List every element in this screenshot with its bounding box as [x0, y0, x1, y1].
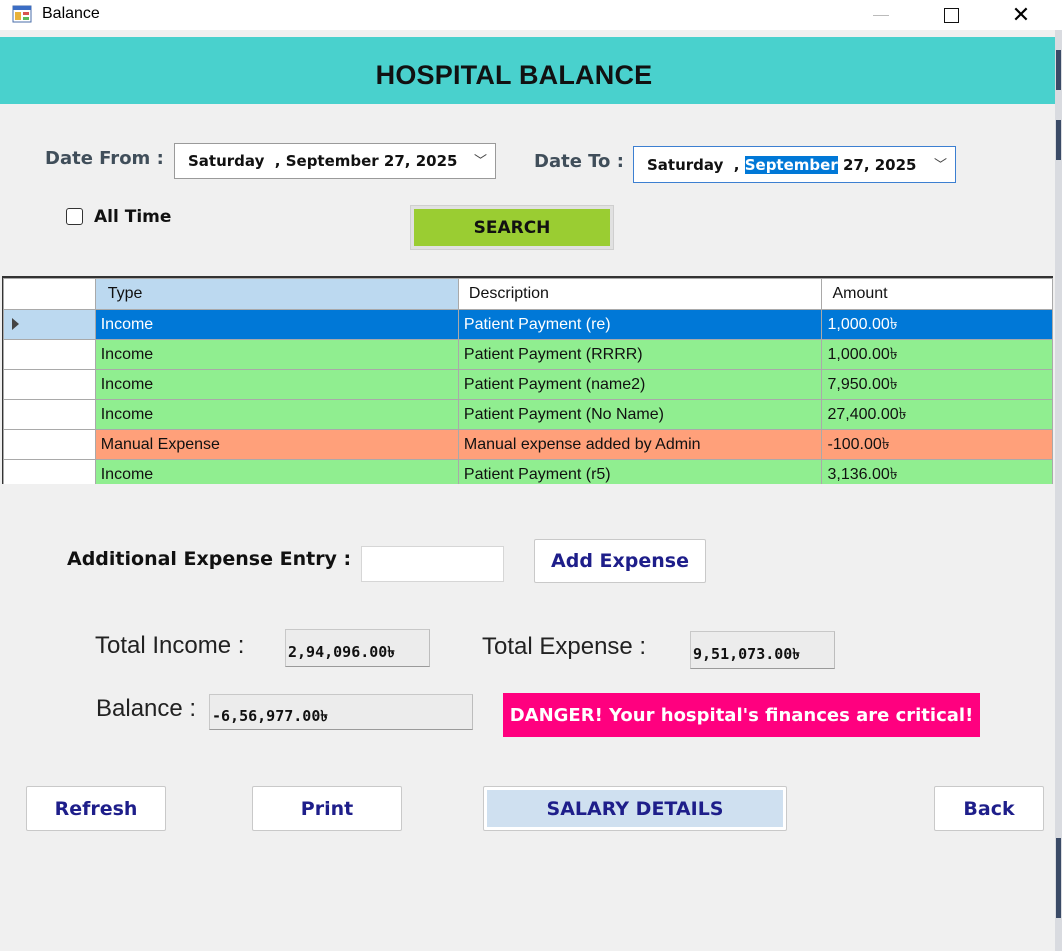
- date-to-selected-part: September: [744, 156, 838, 174]
- search-button[interactable]: SEARCH: [410, 205, 614, 250]
- row-header[interactable]: [3, 429, 96, 460]
- cell-amount[interactable]: 1,000.00৳: [821, 339, 1053, 370]
- chevron-down-icon[interactable]: ﹀: [474, 150, 487, 169]
- finance-danger-alert: DANGER! Your hospital's finances are cri…: [503, 693, 980, 737]
- column-header-description[interactable]: Description: [457, 278, 823, 310]
- date-from-value: Saturday , September 27, 2025: [188, 152, 458, 170]
- salary-details-button[interactable]: SALARY DETAILS: [483, 786, 787, 831]
- additional-expense-input[interactable]: [361, 546, 504, 582]
- balance-label: Balance :: [96, 695, 197, 722]
- cell-description[interactable]: Patient Payment (r5): [457, 459, 823, 484]
- additional-expense-label: Additional Expense Entry :: [67, 548, 352, 570]
- cell-description[interactable]: Patient Payment (re): [457, 309, 823, 340]
- cell-amount[interactable]: 1,000.00৳: [821, 309, 1053, 340]
- table-row[interactable]: Income Patient Payment (No Name) 27,400.…: [3, 399, 1053, 430]
- refresh-button[interactable]: Refresh: [26, 786, 166, 831]
- cell-amount[interactable]: 7,950.00৳: [821, 369, 1053, 400]
- salary-details-label: SALARY DETAILS: [487, 790, 783, 827]
- chevron-down-icon[interactable]: ﹀: [934, 154, 947, 173]
- row-header[interactable]: [3, 399, 96, 430]
- column-header-type[interactable]: Type: [94, 278, 459, 310]
- cell-type[interactable]: Income: [94, 399, 459, 430]
- current-row-arrow-icon: [12, 318, 19, 331]
- total-expense-label: Total Expense :: [482, 633, 647, 660]
- page-title: HOSPITAL BALANCE: [375, 60, 653, 90]
- row-header[interactable]: [3, 309, 96, 340]
- cell-amount[interactable]: 27,400.00৳: [821, 399, 1053, 430]
- print-button[interactable]: Print: [252, 786, 402, 831]
- table-row[interactable]: Manual Expense Manual expense added by A…: [3, 429, 1053, 460]
- cell-type[interactable]: Income: [94, 309, 459, 340]
- cell-description[interactable]: Patient Payment (No Name): [457, 399, 823, 430]
- balance-grid[interactable]: Type Description Amount Income Patient P…: [2, 276, 1053, 484]
- cell-type[interactable]: Income: [94, 369, 459, 400]
- row-header[interactable]: [3, 459, 96, 484]
- cell-amount[interactable]: -100.00৳: [821, 429, 1053, 460]
- row-header[interactable]: [3, 339, 96, 370]
- all-time-checkbox[interactable]: [66, 208, 83, 225]
- balance-table: Type Description Amount Income Patient P…: [3, 278, 1053, 484]
- winforms-app-icon: [12, 5, 32, 23]
- column-header-amount[interactable]: Amount: [821, 278, 1053, 310]
- cell-type[interactable]: Manual Expense: [94, 429, 459, 460]
- date-to-weekday: Saturday ,: [647, 156, 745, 174]
- cell-type[interactable]: Income: [94, 459, 459, 484]
- cell-description[interactable]: Patient Payment (RRRR): [457, 339, 823, 370]
- total-income-label: Total Income :: [95, 632, 245, 659]
- row-header[interactable]: [3, 369, 96, 400]
- search-button-label: SEARCH: [414, 209, 610, 246]
- table-row[interactable]: Income Patient Payment (RRRR) 1,000.00৳: [3, 339, 1053, 370]
- balance-value: -6,56,977.00৳: [209, 694, 473, 730]
- table-row[interactable]: Income Patient Payment (re) 1,000.00৳: [3, 309, 1053, 340]
- cell-description[interactable]: Patient Payment (name2): [457, 369, 823, 400]
- date-to-label: Date To :: [534, 151, 624, 172]
- close-icon[interactable]: ✕: [998, 0, 1044, 30]
- total-income-value: 2,94,096.00৳: [285, 629, 430, 667]
- minimize-icon[interactable]: [858, 0, 904, 30]
- date-to-picker[interactable]: Saturday , September 27, 2025 ﹀: [633, 146, 956, 183]
- add-expense-button[interactable]: Add Expense: [534, 539, 706, 583]
- date-from-label: Date From :: [45, 148, 164, 169]
- table-row[interactable]: Income Patient Payment (r5) 3,136.00৳: [3, 459, 1053, 484]
- cell-description[interactable]: Manual expense added by Admin: [457, 429, 823, 460]
- cell-amount[interactable]: 3,136.00৳: [821, 459, 1053, 484]
- row-header-corner: [3, 278, 96, 310]
- background-window-edge: [1055, 30, 1062, 951]
- table-row[interactable]: Income Patient Payment (name2) 7,950.00৳: [3, 369, 1053, 400]
- back-button[interactable]: Back: [934, 786, 1044, 831]
- table-header-row: Type Description Amount: [3, 278, 1053, 310]
- date-from-picker[interactable]: Saturday , September 27, 2025 ﹀: [174, 143, 496, 179]
- maximize-icon[interactable]: [928, 0, 974, 30]
- window-title: Balance: [42, 5, 100, 22]
- total-expense-value: 9,51,073.00৳: [690, 631, 835, 669]
- all-time-label: All Time: [94, 207, 172, 227]
- date-to-rest: 27, 2025: [837, 156, 917, 174]
- cell-type[interactable]: Income: [94, 339, 459, 370]
